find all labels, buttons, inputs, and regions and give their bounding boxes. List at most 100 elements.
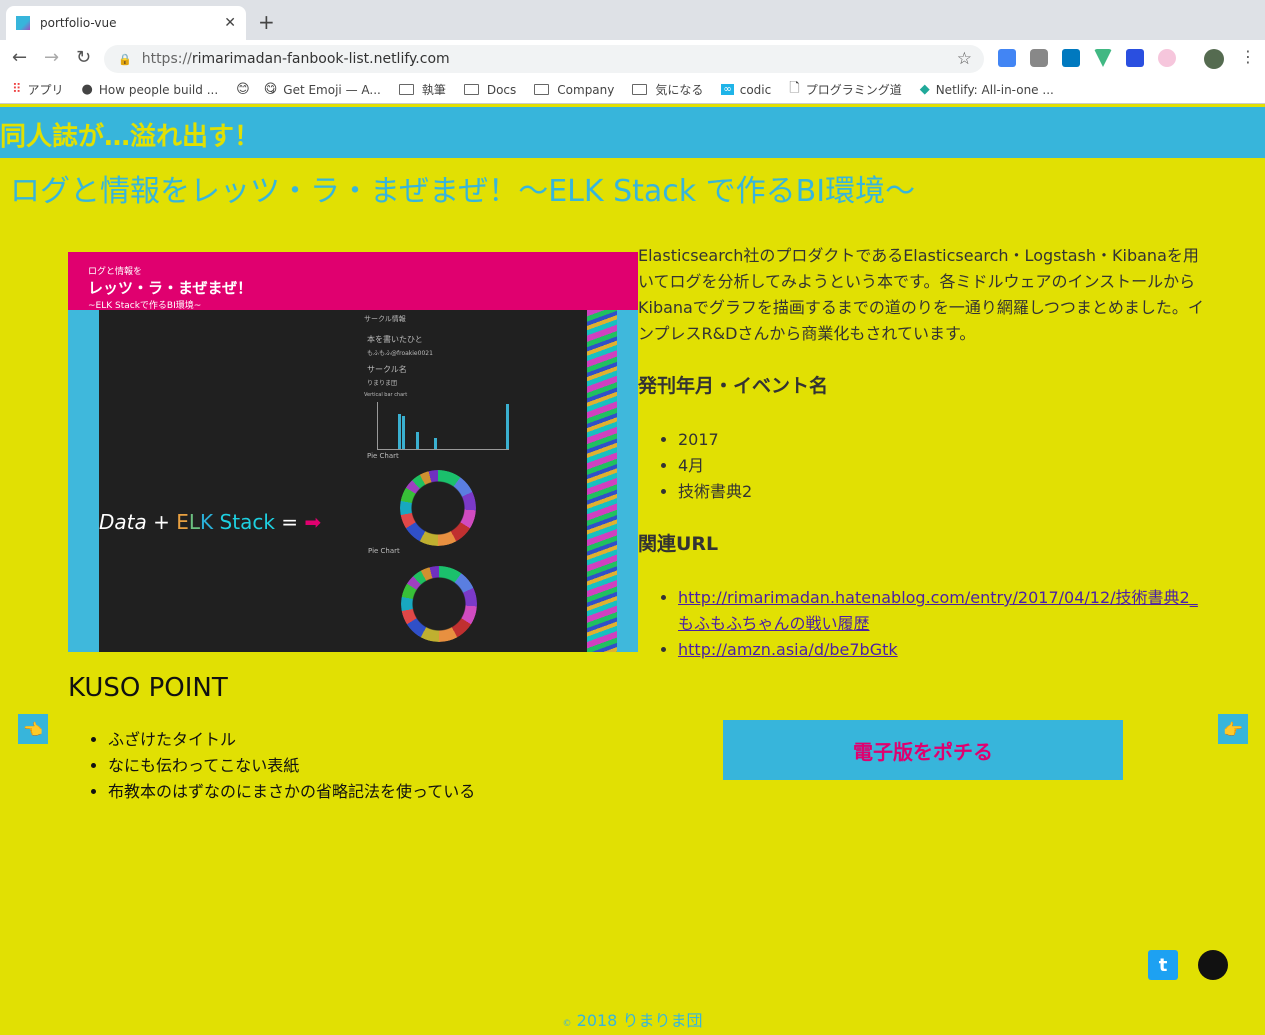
- cover-bar-chart: [377, 402, 509, 450]
- bookmark-emoji[interactable]: 😊: [236, 82, 256, 97]
- cover-pie-chart-1: [400, 470, 476, 546]
- bookmark-folder-writing[interactable]: 執筆: [398, 81, 446, 98]
- list-item: 4月: [678, 453, 1208, 479]
- camera-extension-icon[interactable]: [1030, 49, 1048, 67]
- footer-copyright: © 2018 りまりま団: [0, 1007, 1265, 1031]
- pointing-left-icon: 👈: [23, 719, 43, 739]
- menu-kebab-icon[interactable]: ⋮: [1240, 47, 1256, 66]
- next-book-button[interactable]: 👉: [1218, 714, 1248, 744]
- cover-pie-chart-2: [401, 566, 477, 642]
- book-details: Elasticsearch社のプロダクトであるElasticsearch・Log…: [638, 243, 1208, 663]
- apps-grid-icon: ⠿: [12, 82, 22, 97]
- close-tab-icon[interactable]: ✕: [224, 15, 236, 31]
- folder-icon: [632, 84, 648, 95]
- cover-author-label: 本を書いたひと: [367, 335, 423, 344]
- browser-tab[interactable]: portfolio-vue ✕: [6, 6, 246, 40]
- emoji-face-icon: 😊: [236, 82, 250, 97]
- address-bar[interactable]: 🔒 https://rimarimadan-fanbook-list.netli…: [104, 45, 984, 73]
- bookmark-codic[interactable]: ∞ codic: [721, 83, 771, 97]
- list-item: 布教本のはずなのにまさかの省略記法を使っている: [108, 779, 475, 805]
- site-title: 同人誌が…溢れ出す！: [0, 122, 261, 152]
- url-scheme: https://: [141, 51, 192, 67]
- list-item: ふざけたタイトル: [108, 727, 475, 753]
- cover-author: もふもふ@froakie0021: [367, 350, 433, 357]
- list-item: http://rimarimadan.hatenablog.com/entry/…: [678, 585, 1208, 637]
- tab-title: portfolio-vue: [40, 16, 117, 30]
- cover-pie-label-1: Pie Chart: [367, 452, 399, 460]
- translate-extension-icon[interactable]: [998, 49, 1016, 67]
- cover-line2: レッツ・ラ・まぜまぜ！: [88, 279, 253, 297]
- vue-devtools-icon[interactable]: [1094, 49, 1112, 67]
- folder-icon: [534, 84, 550, 95]
- bookmark-folder-docs[interactable]: Docs: [463, 83, 516, 97]
- list-item: http://amzn.asia/d/be7bGtk: [678, 637, 1208, 663]
- cover-pie-label-2: Pie Chart: [368, 547, 400, 555]
- new-tab-button[interactable]: +: [258, 10, 275, 34]
- bookmark-folder-company[interactable]: Company: [534, 83, 614, 97]
- kuso-point-list: ふざけたタイトル なにも伝わってこない表紙 布教本のはずなのにまさかの省略記法を…: [68, 727, 475, 805]
- blog-link[interactable]: http://rimarimadan.hatenablog.com/entry/…: [678, 588, 1198, 633]
- buy-ebook-button[interactable]: 電子版をポチる: [723, 720, 1123, 780]
- bookmark-star-icon[interactable]: ☆: [957, 49, 972, 69]
- formula-stack: Stack: [219, 510, 275, 534]
- bookmark-netlify[interactable]: ◆ Netlify: All-in-one ...: [920, 82, 1054, 97]
- book-description: Elasticsearch社のプロダクトであるElasticsearch・Log…: [638, 246, 1204, 343]
- url-list: http://rimarimadan.hatenablog.com/entry/…: [638, 585, 1208, 663]
- netlify-icon: ◆: [919, 82, 930, 97]
- amazon-link[interactable]: http://amzn.asia/d/be7bGtk: [678, 640, 898, 659]
- reload-icon[interactable]: ↻: [76, 47, 91, 68]
- formula-data: Data: [99, 510, 147, 534]
- emoji-tongue-icon: 😋: [263, 82, 278, 97]
- bookmark-folder-interest[interactable]: 気になる: [632, 81, 703, 98]
- formula-e: E: [176, 510, 189, 534]
- bookmark-apps[interactable]: ⠿ アプリ: [12, 81, 64, 98]
- bookmark-github[interactable]: ● How people build ...: [82, 82, 219, 97]
- page-icon: 🗋: [789, 80, 800, 96]
- forward-icon[interactable]: →: [44, 47, 59, 68]
- copyright-symbol: ©: [562, 1019, 572, 1029]
- url-heading: 関連URL: [638, 533, 719, 555]
- formula-eq: =: [281, 510, 299, 534]
- cover-circle-label: サークル名: [367, 365, 407, 374]
- cover-dashboard: Data + ELK Stack = ➡ サークル情報 本を書いたひと もふもふ…: [99, 310, 617, 652]
- cover-bar-chart-label: Vertical bar chart: [364, 392, 408, 398]
- pointing-right-icon: 👉: [1223, 719, 1243, 739]
- bookmark-get-emoji[interactable]: 😋 Get Emoji — A...: [264, 82, 381, 97]
- twitter-icon[interactable]: t: [1148, 950, 1178, 980]
- browser-toolbar: ← → ↻ 🔒 https://rimarimadan-fanbook-list…: [0, 40, 1265, 76]
- cover-title-band: ログと情報を レッツ・ラ・まぜまぜ！ ~ELK Stackで作るBI環境~: [68, 252, 638, 311]
- copyright-text: 2018 りまりま団: [576, 1011, 703, 1030]
- unicorn-extension-icon[interactable]: [1158, 49, 1176, 67]
- cover-area-chart: [587, 310, 617, 652]
- codic-icon: ∞: [721, 84, 734, 95]
- cover-circle-info: サークル情報: [364, 315, 406, 323]
- favicon-icon: [16, 16, 30, 30]
- folder-icon: [398, 84, 414, 95]
- github-icon: ●: [81, 82, 93, 97]
- book-cover-image: ログと情報を レッツ・ラ・まぜまぜ！ ~ELK Stackで作るBI環境~ Da…: [68, 252, 638, 652]
- kuso-point-heading: KUSO POINT: [68, 673, 228, 703]
- formula-l: L: [188, 510, 201, 534]
- back-icon[interactable]: ←: [12, 47, 27, 68]
- bookmark-programming[interactable]: 🗋 プログラミング道: [789, 79, 901, 101]
- lighthouse-extension-icon[interactable]: [1126, 49, 1144, 67]
- cover-line1: ログと情報を: [88, 267, 143, 277]
- trello-extension-icon[interactable]: [1062, 49, 1080, 67]
- formula-k: K: [200, 510, 214, 534]
- list-item: 技術書典2: [678, 479, 1208, 505]
- release-heading: 発刊年月・イベント名: [638, 375, 829, 397]
- formula-plus: +: [153, 510, 170, 534]
- lock-icon: 🔒: [118, 52, 132, 66]
- bookmarks-bar: ⠿ アプリ ● How people build ... 😊 😋 Get Emoji …: [0, 76, 1265, 104]
- github-icon[interactable]: [1198, 950, 1228, 980]
- cover-formula: Data + ELK Stack = ➡: [99, 510, 321, 534]
- book-title: ログと情報をレッツ・ラ・まぜまぜ！〜ELK Stack で作るBI環境〜: [10, 174, 916, 209]
- list-item: 2017: [678, 427, 1208, 453]
- release-list: 2017 4月 技術書典2: [638, 427, 1208, 505]
- url-host: rimarimadan-fanbook-list.netlify.com: [191, 51, 450, 67]
- folder-icon: [463, 84, 479, 95]
- prev-book-button[interactable]: 👈: [18, 714, 48, 744]
- arrow-right-icon: ➡: [304, 510, 322, 534]
- profile-avatar[interactable]: [1204, 49, 1224, 69]
- cover-circle: りまりま団: [367, 380, 398, 387]
